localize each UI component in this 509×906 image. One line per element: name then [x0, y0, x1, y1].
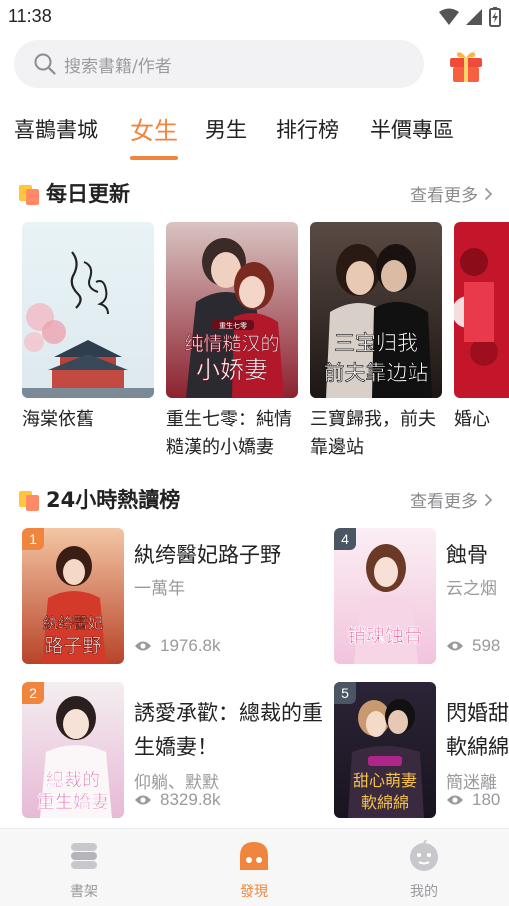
book-views: 180 — [446, 790, 500, 810]
eye-icon — [447, 795, 463, 805]
rank-badge: 4 — [334, 528, 356, 550]
book-title: 閃婚甜妻軟綿綿 — [446, 701, 509, 759]
svg-text:三宝归我: 三宝归我 — [334, 331, 418, 355]
ranking-item[interactable]: 紈绔醫妃 路子野 1 紈绔醫妃路子野 一萬年 1976.8k — [22, 528, 322, 664]
section-icon — [19, 491, 39, 511]
tab-male[interactable]: 男生 — [205, 114, 247, 144]
eye-icon — [135, 641, 151, 651]
book-views: 1976.8k — [134, 636, 221, 656]
book-cover — [22, 222, 154, 398]
daily-book-row: 海棠依舊 重生七零 纯情糙汉的 小娇妻 重生七零：純情糙漢的小嬌妻 三宝归我 前… — [0, 222, 509, 458]
views-count: 1976.8k — [160, 636, 221, 655]
ranking-item[interactable]: 甜心萌妻 軟綿綿 5 閃婚甜妻軟綿綿 簡迷離 180 — [334, 682, 509, 818]
chevron-right-icon — [484, 493, 493, 506]
nav-discover[interactable]: 發現 — [214, 839, 294, 901]
svg-text:紈绔醫妃: 紈绔醫妃 — [43, 614, 103, 632]
search-bar[interactable]: 搜索書籍/作者 — [14, 40, 424, 88]
book-views: 8329.8k — [134, 790, 221, 810]
svg-text:總裁的: 總裁的 — [46, 770, 100, 791]
tab-ranking[interactable]: 排行榜 — [276, 114, 339, 144]
book-title: 重生七零：純情糙漢的小嬌妻 — [166, 409, 292, 458]
rank-badge: 1 — [22, 528, 44, 550]
daily-more-link[interactable]: 查看更多 — [410, 181, 493, 206]
book-card[interactable]: 婚心 — [454, 222, 509, 458]
svg-text:重生嬌妻: 重生嬌妻 — [37, 792, 109, 813]
svg-text:路子野: 路子野 — [44, 635, 101, 657]
category-tabs: 喜鵲書城 女生 男生 排行榜 半價專區 — [0, 114, 509, 164]
ranking-item[interactable]: 销魂蚀骨 4 蝕骨 云之烟 598 — [334, 528, 509, 664]
status-time: 11:38 — [8, 6, 52, 26]
svg-text:前夫靠边站: 前夫靠边站 — [324, 361, 429, 385]
book-cover — [454, 222, 509, 398]
eye-icon — [135, 795, 151, 805]
nav-label: 我的 — [410, 884, 438, 900]
book-card[interactable]: 重生七零 纯情糙汉的 小娇妻 重生七零：純情糙漢的小嬌妻 — [166, 222, 298, 458]
ranking-more-link[interactable]: 查看更多 — [410, 487, 493, 512]
rank-badge: 5 — [334, 682, 356, 704]
book-author: 云之烟 — [446, 579, 497, 599]
ranking-more-label: 查看更多 — [410, 492, 478, 512]
svg-text:销魂蚀骨: 销魂蚀骨 — [347, 625, 423, 647]
ranking-item[interactable]: 總裁的 重生嬌妻 2 誘愛承歡：總裁的重生嬌妻！ 仰躺、默默 8329.8k — [22, 682, 323, 818]
svg-text:甜心萌妻: 甜心萌妻 — [353, 771, 417, 790]
book-views: 598 — [446, 636, 500, 656]
signal-icon — [466, 9, 482, 25]
tab-xique-bookstore[interactable]: 喜鵲書城 — [14, 114, 98, 144]
book-title: 三寶歸我，前夫靠邊站 — [310, 409, 436, 458]
search-placeholder: 搜索書籍/作者 — [64, 56, 172, 77]
nav-label: 書架 — [70, 884, 98, 900]
nav-bookshelf[interactable]: 書架 — [44, 839, 124, 901]
book-cover: 重生七零 纯情糙汉的 小娇妻 — [166, 222, 298, 398]
daily-section-header: 每日更新 查看更多 — [18, 178, 493, 208]
book-title: 蝕骨 — [446, 543, 488, 567]
svg-text:小娇妻: 小娇妻 — [196, 356, 268, 384]
book-title: 海棠依舊 — [22, 409, 94, 430]
book-card[interactable]: 三宝归我 前夫靠边站 三寶歸我，前夫靠邊站 — [310, 222, 442, 458]
daily-more-label: 查看更多 — [410, 186, 478, 206]
status-icons — [439, 7, 501, 27]
chevron-right-icon — [484, 187, 493, 200]
profile-icon — [410, 839, 438, 871]
book-cover: 三宝归我 前夫靠边站 — [310, 222, 442, 398]
search-icon — [34, 53, 56, 75]
section-icon — [19, 185, 39, 205]
svg-text:軟綿綿: 軟綿綿 — [361, 793, 409, 812]
gift-icon[interactable] — [447, 46, 485, 84]
tab-half-price[interactable]: 半價專區 — [370, 114, 454, 144]
book-title: 誘愛承歡：總裁的重生嬌妻！ — [134, 701, 323, 759]
active-tab-indicator — [130, 156, 178, 160]
book-card[interactable]: 海棠依舊 — [22, 222, 154, 458]
views-count: 180 — [472, 790, 501, 809]
bottom-nav: 書架 發現 我的 — [0, 828, 509, 906]
book-title: 婚心 — [454, 409, 490, 430]
book-author: 一萬年 — [134, 579, 185, 599]
ranking-section-header: 24小時熱讀榜 查看更多 — [18, 484, 493, 514]
views-count: 8329.8k — [160, 790, 221, 809]
svg-text:纯情糙汉的: 纯情糙汉的 — [184, 333, 279, 355]
nav-label: 發現 — [240, 884, 268, 900]
bookshelf-icon — [71, 843, 97, 869]
eye-icon — [447, 641, 463, 651]
wifi-icon — [439, 8, 459, 25]
ranking-title: 24小時熱讀榜 — [46, 488, 181, 512]
views-count: 598 — [472, 636, 501, 655]
discover-icon — [240, 842, 268, 870]
daily-title: 每日更新 — [46, 182, 130, 206]
rank-badge: 2 — [22, 682, 44, 704]
nav-profile[interactable]: 我的 — [384, 839, 464, 901]
tab-female[interactable]: 女生 — [130, 111, 178, 146]
battery-icon — [489, 7, 501, 27]
status-bar: 11:38 — [0, 0, 509, 34]
book-title: 紈绔醫妃路子野 — [134, 543, 281, 567]
svg-text:重生七零: 重生七零 — [219, 321, 247, 330]
